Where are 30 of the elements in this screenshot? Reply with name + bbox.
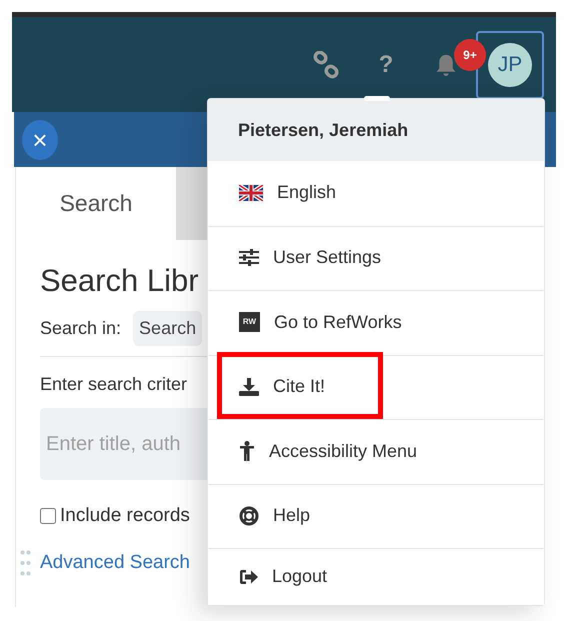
close-button[interactable]: ×	[22, 120, 58, 160]
refworks-logo: RW	[239, 312, 260, 332]
avatar-button[interactable]: JP	[476, 30, 544, 98]
include-checkbox[interactable]	[40, 508, 56, 524]
advanced-search-link[interactable]: Advanced Search	[40, 548, 190, 578]
notification-badge: 9+	[454, 38, 486, 70]
menu-item[interactable]: RW Go to RefWorks	[208, 290, 544, 354]
sliders-icon	[239, 249, 259, 266]
link-icon[interactable]	[313, 50, 339, 78]
menu-item[interactable]: User Settings	[208, 226, 544, 290]
menu-item[interactable]: English	[208, 161, 544, 226]
menu-item[interactable]: Accessibility Menu	[208, 419, 544, 484]
search-in-select[interactable]: Search	[133, 311, 202, 346]
accessibility-icon	[239, 441, 255, 462]
page-title: Search Libr	[40, 262, 200, 300]
menu-item[interactable]: Help	[208, 484, 544, 548]
include-label: Include records	[60, 504, 190, 528]
avatar-initials: JP	[488, 42, 532, 86]
bell-icon[interactable]	[435, 52, 457, 76]
criteria-label: Enter search criter	[40, 373, 188, 396]
logout-icon	[239, 568, 258, 584]
user-name-header: Pietersen, Jeremiah	[208, 99, 544, 161]
help-button[interactable]: ?	[378, 46, 394, 82]
download-icon	[239, 378, 259, 396]
search-in-label: Search in:	[40, 317, 122, 340]
menu-item[interactable]: Cite It!	[208, 354, 544, 419]
drag-handle-icon[interactable]	[20, 550, 32, 576]
flag-icon	[239, 184, 263, 201]
menu-item[interactable]: Logout	[208, 548, 544, 605]
lifebuoy-icon	[239, 506, 259, 526]
